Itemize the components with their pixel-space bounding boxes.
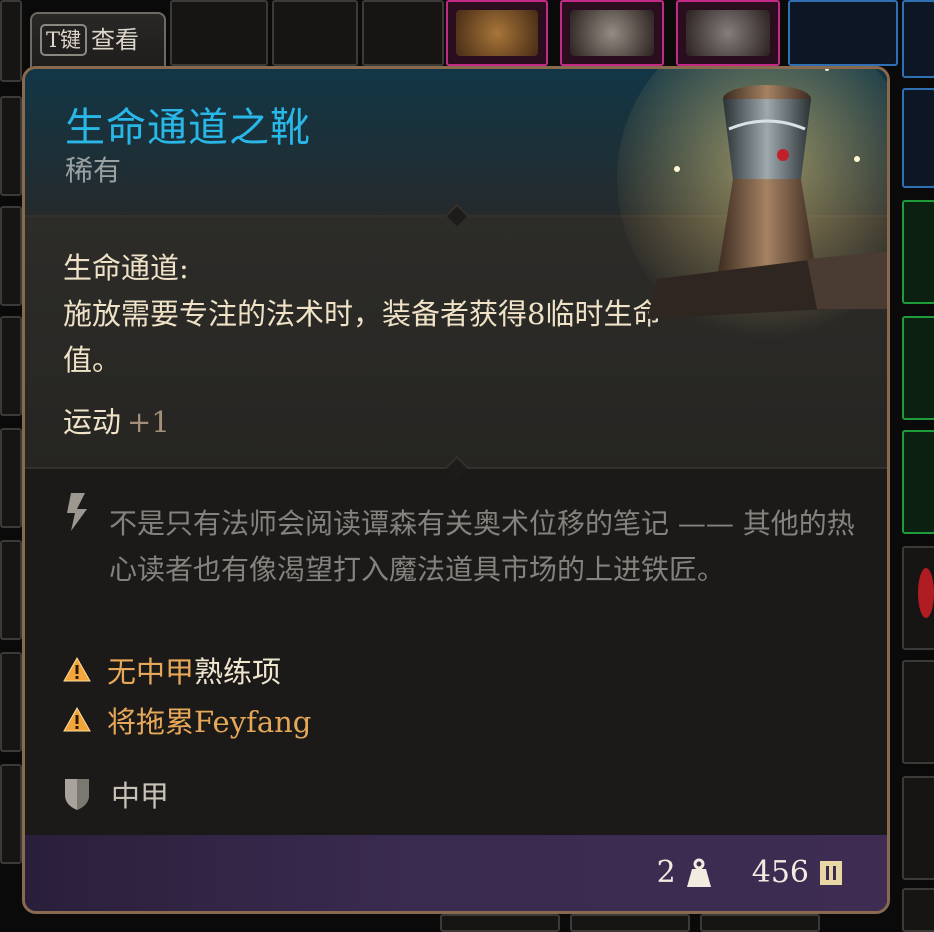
inventory-slot[interactable] bbox=[700, 914, 820, 932]
inventory-slot[interactable] bbox=[902, 430, 934, 534]
item-tooltip: 生命通道之靴 稀有 生命通道: 施放需要专注的法术时，装备者获得8临时生命值。 … bbox=[22, 66, 890, 914]
tooltip-details: 不是只有法师会阅读谭森有关奥术位移的笔记 —— 其他的热心读者也有像渴望打入魔法… bbox=[25, 467, 887, 839]
inventory-slot[interactable] bbox=[902, 0, 934, 78]
inventory-slot[interactable] bbox=[902, 200, 934, 304]
inventory-slot[interactable] bbox=[902, 888, 934, 932]
inventory-slot[interactable] bbox=[0, 540, 22, 640]
section-divider bbox=[25, 455, 887, 479]
boot-art bbox=[617, 69, 887, 339]
inventory-slot[interactable] bbox=[170, 0, 268, 66]
item-rarity: 稀有 bbox=[65, 154, 122, 187]
inventory-slot[interactable] bbox=[902, 88, 934, 188]
warning-icon bbox=[63, 706, 91, 732]
weight-icon bbox=[686, 858, 711, 887]
shield-icon bbox=[65, 779, 89, 810]
dagger-item bbox=[570, 10, 654, 56]
passive-name: 生命通道: bbox=[63, 251, 189, 285]
inventory-slot[interactable] bbox=[362, 0, 444, 66]
stat-name: 运动 bbox=[63, 405, 122, 439]
inventory-slot[interactable] bbox=[788, 0, 898, 66]
inventory-slot[interactable] bbox=[272, 0, 358, 66]
warning-highlight: 将拖累Feyfang bbox=[107, 705, 312, 739]
apple-item bbox=[918, 568, 934, 618]
inventory-slot[interactable] bbox=[440, 914, 560, 932]
item-name: 生命通道之靴 bbox=[65, 105, 311, 151]
inventory-slot[interactable] bbox=[0, 316, 22, 416]
inventory-slot[interactable] bbox=[902, 546, 934, 650]
stat-bonus: 运动 +1 bbox=[63, 399, 170, 441]
armor-type: 中甲 bbox=[111, 779, 170, 813]
inventory-slot[interactable] bbox=[0, 764, 22, 864]
inventory-slot[interactable] bbox=[560, 0, 664, 66]
passive-description: 施放需要专注的法术时，装备者获得8临时生命值。 bbox=[63, 297, 662, 377]
warning-proficiency: 无中甲熟练项 bbox=[63, 649, 281, 691]
spear-item bbox=[686, 10, 770, 56]
warning-icon bbox=[63, 656, 91, 682]
examine-label: 查看 bbox=[91, 26, 140, 54]
keycap-t: T键 bbox=[40, 24, 88, 56]
armor-type-row: 中甲 bbox=[63, 773, 169, 815]
inventory-slot[interactable] bbox=[570, 914, 690, 932]
price-value: 456 bbox=[751, 855, 809, 890]
inventory-slot[interactable] bbox=[676, 0, 780, 66]
warning-highlight: 无中甲 bbox=[107, 655, 195, 689]
tooltip-footer: 2 456 bbox=[25, 835, 887, 911]
lore-scroll-icon bbox=[67, 493, 87, 531]
warning-rest: 熟练项 bbox=[194, 655, 282, 689]
lore-text: 不是只有法师会阅读谭森有关奥术位移的笔记 —— 其他的热心读者也有像渴望打入魔法… bbox=[109, 507, 855, 586]
weight-value: 2 bbox=[656, 855, 676, 890]
inventory-slot[interactable] bbox=[0, 0, 22, 82]
inventory-slot[interactable] bbox=[902, 316, 934, 420]
inventory-slot[interactable] bbox=[0, 652, 22, 752]
inventory-slot[interactable] bbox=[0, 428, 22, 528]
inventory-slot[interactable] bbox=[0, 96, 22, 196]
inventory-slot[interactable] bbox=[0, 206, 22, 306]
bracers-item bbox=[456, 10, 538, 56]
warning-encumber: 将拖累Feyfang bbox=[63, 699, 311, 741]
inventory-slot[interactable] bbox=[902, 660, 934, 764]
gold-icon bbox=[820, 860, 842, 885]
stat-value: +1 bbox=[127, 405, 170, 439]
inventory-slot[interactable] bbox=[902, 776, 934, 880]
inventory-slot[interactable] bbox=[446, 0, 548, 66]
